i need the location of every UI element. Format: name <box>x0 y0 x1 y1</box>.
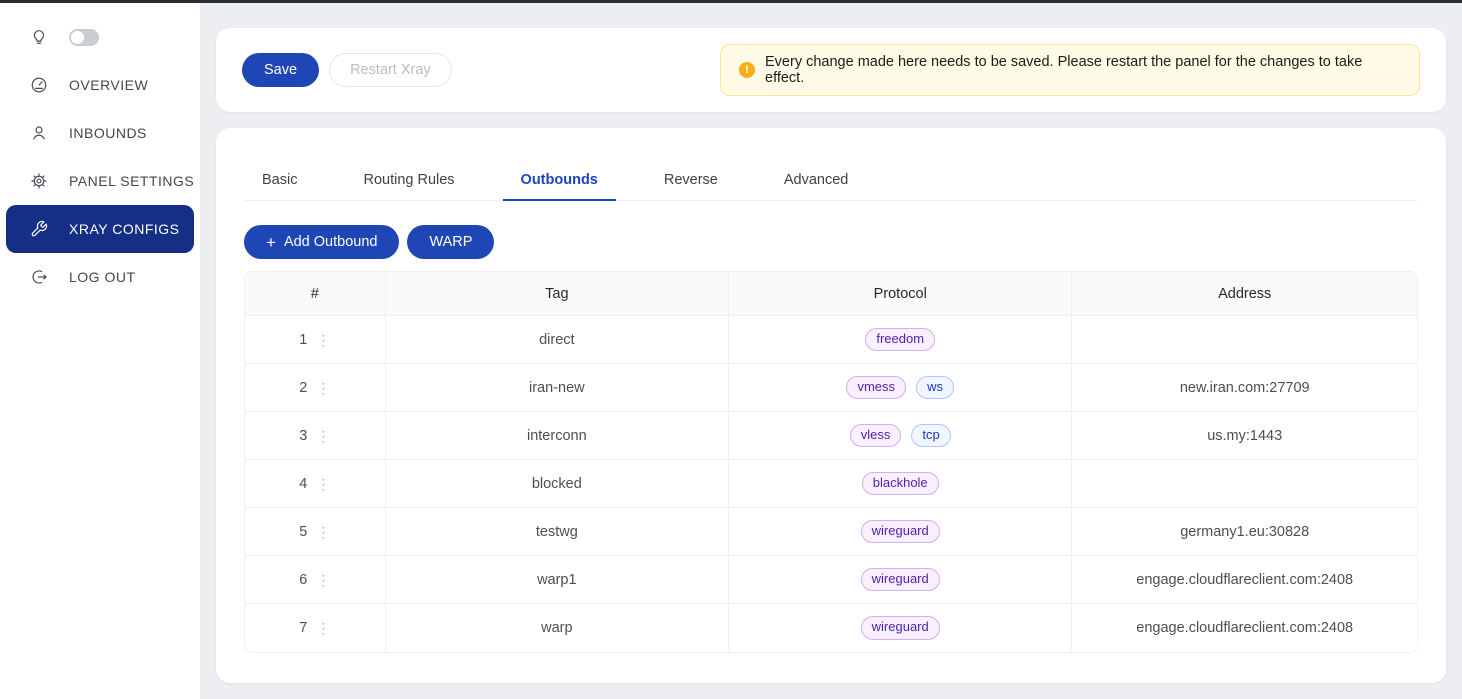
warp-button[interactable]: WARP <box>407 225 494 259</box>
row-tag: interconn <box>386 412 729 460</box>
row-address: engage.cloudflareclient.com:2408 <box>1072 604 1417 652</box>
row-address: new.iran.com:27709 <box>1072 364 1417 412</box>
user-icon <box>30 124 48 142</box>
tab-routing-rules[interactable]: Routing Rules <box>345 164 472 200</box>
row-tag: testwg <box>386 508 729 556</box>
row-menu-icon[interactable]: ⋮ <box>316 525 330 539</box>
network-badge: tcp <box>911 424 950 448</box>
col-header-index: # <box>245 272 386 316</box>
sidebar-item-inbounds[interactable]: INBOUNDS <box>6 109 194 157</box>
row-menu-icon[interactable]: ⋮ <box>316 429 330 443</box>
row-index: 1 <box>299 332 307 348</box>
row-menu-icon[interactable]: ⋮ <box>316 621 330 635</box>
gear-icon <box>30 172 48 190</box>
row-index: 2 <box>299 380 307 396</box>
col-header-protocol: Protocol <box>729 272 1072 316</box>
bulb-icon <box>30 28 48 46</box>
tab-advanced[interactable]: Advanced <box>766 164 867 200</box>
save-button[interactable]: Save <box>242 53 319 87</box>
row-index: 3 <box>299 428 307 444</box>
row-tag: warp1 <box>386 556 729 604</box>
table-header-row: # Tag Protocol Address <box>245 272 1417 316</box>
table-row: 5 ⋮ testwg wireguard germany1.eu:30828 <box>245 508 1417 556</box>
protocol-badge: freedom <box>865 328 935 352</box>
toggle-knob <box>71 31 84 44</box>
sidebar-item-panel-settings[interactable]: PANEL SETTINGS <box>6 157 194 205</box>
window-top-edge <box>0 0 1462 3</box>
dashboard-icon <box>30 76 48 94</box>
sidebar-item-xray-configs[interactable]: XRAY CONFIGS <box>6 205 194 253</box>
col-header-address: Address <box>1072 272 1417 316</box>
tab-reverse[interactable]: Reverse <box>646 164 736 200</box>
table-row: 1 ⋮ direct freedom <box>245 316 1417 364</box>
main-content: Save Restart Xray ! Every change made he… <box>200 3 1462 699</box>
xray-configs-card: Basic Routing Rules Outbounds Reverse Ad… <box>216 128 1446 683</box>
row-tag: warp <box>386 604 729 652</box>
row-menu-icon[interactable]: ⋮ <box>316 381 330 395</box>
table-row: 6 ⋮ warp1 wireguard engage.cloudflareclie… <box>245 556 1417 604</box>
row-tag: blocked <box>386 460 729 508</box>
row-menu-icon[interactable]: ⋮ <box>316 573 330 587</box>
sidebar-item-label: LOG OUT <box>69 269 136 285</box>
protocol-badge: vmess <box>846 376 906 400</box>
alert-text: Every change made here needs to be saved… <box>765 54 1401 86</box>
theme-toggle-row <box>6 13 194 61</box>
protocol-badge: vless <box>850 424 902 448</box>
row-address <box>1072 460 1417 508</box>
add-outbound-button[interactable]: + Add Outbound <box>244 225 399 259</box>
table-row: 7 ⋮ warp wireguard engage.cloudflareclien… <box>245 604 1417 652</box>
logout-icon <box>30 268 48 286</box>
row-address: engage.cloudflareclient.com:2408 <box>1072 556 1417 604</box>
sidebar-item-label: XRAY CONFIGS <box>69 221 180 237</box>
table-row: 3 ⋮ interconn vless tcp us.my:1443 <box>245 412 1417 460</box>
row-index: 7 <box>299 620 307 636</box>
table-row: 2 ⋮ iran-new vmess ws new.iran.com:27709 <box>245 364 1417 412</box>
sidebar-item-label: INBOUNDS <box>69 125 147 141</box>
row-address <box>1072 316 1417 364</box>
network-badge: ws <box>916 376 954 400</box>
row-menu-icon[interactable]: ⋮ <box>316 477 330 491</box>
warning-icon: ! <box>739 62 755 78</box>
save-warning-alert: ! Every change made here needs to be sav… <box>720 44 1420 96</box>
plus-icon: + <box>266 234 276 251</box>
protocol-badge: wireguard <box>861 616 940 640</box>
row-index: 5 <box>299 524 307 540</box>
dark-mode-toggle[interactable] <box>69 29 99 46</box>
row-menu-icon[interactable]: ⋮ <box>316 333 330 347</box>
protocol-badge: wireguard <box>861 568 940 592</box>
row-index: 6 <box>299 572 307 588</box>
col-header-tag: Tag <box>386 272 729 316</box>
table-row: 4 ⋮ blocked blackhole <box>245 460 1417 508</box>
add-outbound-label: Add Outbound <box>284 234 378 250</box>
row-index: 4 <box>299 476 307 492</box>
save-toolbar-card: Save Restart Xray ! Every change made he… <box>216 28 1446 112</box>
row-address: germany1.eu:30828 <box>1072 508 1417 556</box>
tab-outbounds[interactable]: Outbounds <box>503 164 616 200</box>
row-tag: direct <box>386 316 729 364</box>
wrench-icon <box>30 220 48 238</box>
tab-basic[interactable]: Basic <box>244 164 315 200</box>
outbounds-table: # Tag Protocol Address 1 ⋮ direct freedom <box>244 271 1418 653</box>
row-tag: iran-new <box>386 364 729 412</box>
sidebar: OVERVIEW INBOUNDS PANEL SETTINGS XRAY CO… <box>0 0 200 699</box>
protocol-badge: wireguard <box>861 520 940 544</box>
sidebar-item-overview[interactable]: OVERVIEW <box>6 61 194 109</box>
protocol-badge: blackhole <box>862 472 939 496</box>
outbound-actions: + Add Outbound WARP <box>244 225 1418 259</box>
restart-xray-button[interactable]: Restart Xray <box>329 53 452 87</box>
sidebar-item-label: OVERVIEW <box>69 77 148 93</box>
config-tabs: Basic Routing Rules Outbounds Reverse Ad… <box>244 164 1418 201</box>
sidebar-item-label: PANEL SETTINGS <box>69 173 194 189</box>
sidebar-item-log-out[interactable]: LOG OUT <box>6 253 194 301</box>
row-address: us.my:1443 <box>1072 412 1417 460</box>
